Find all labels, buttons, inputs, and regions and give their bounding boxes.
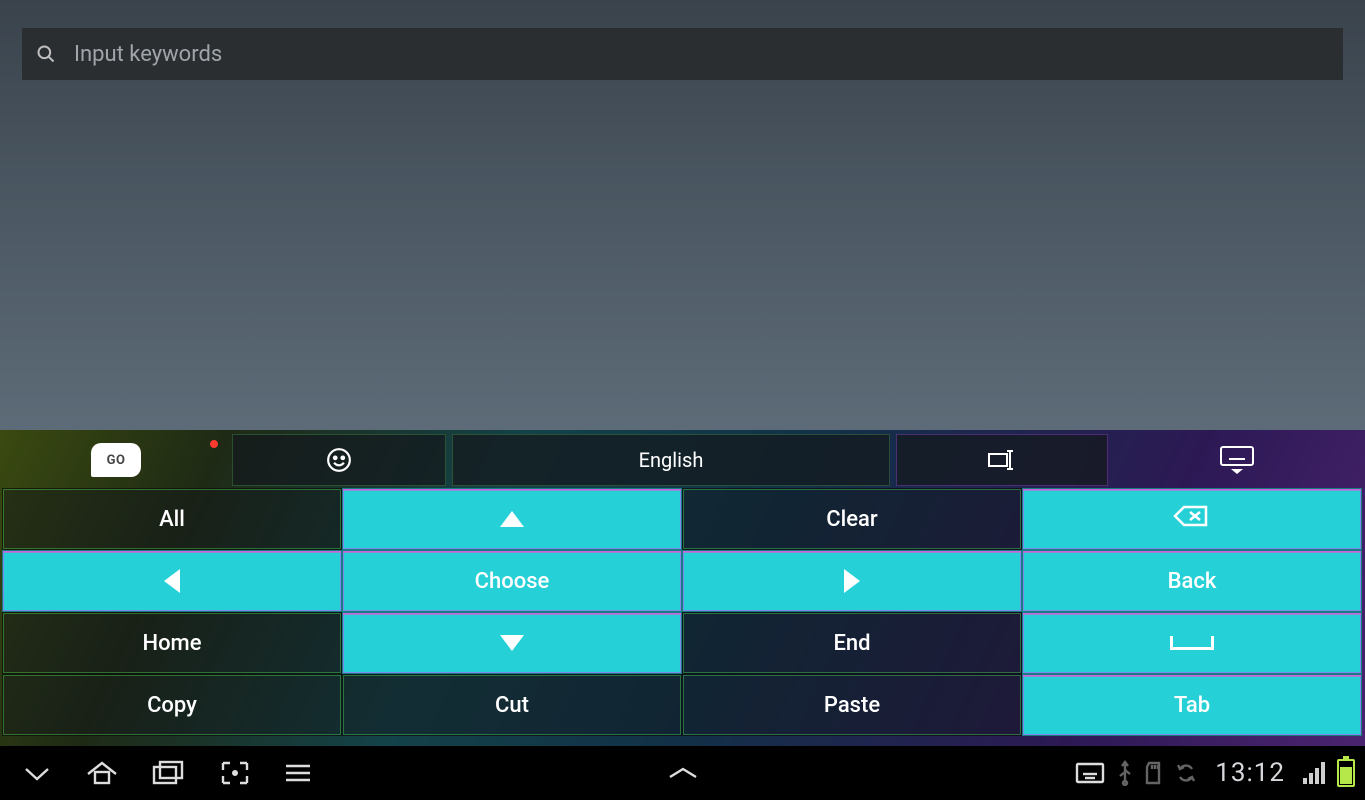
key-label: Back: [1168, 569, 1217, 594]
status-usb-icon: [1117, 760, 1133, 786]
key-label: Tab: [1174, 693, 1210, 718]
key-arrow-right[interactable]: [682, 550, 1022, 612]
go-bubble-label: GO: [91, 443, 141, 477]
status-battery-icon: [1337, 759, 1355, 787]
status-sd-icon: [1145, 761, 1163, 785]
status-signal-icon: [1303, 762, 1325, 784]
nav-screenshot-icon[interactable]: [220, 760, 250, 786]
key-choose[interactable]: Choose: [342, 550, 682, 612]
key-end[interactable]: End: [682, 612, 1022, 674]
key-backspace[interactable]: [1022, 488, 1362, 550]
key-tab[interactable]: Tab: [1022, 674, 1362, 736]
nav-expand-up-icon[interactable]: [666, 765, 700, 781]
key-arrow-up[interactable]: [342, 488, 682, 550]
language-button[interactable]: English: [452, 434, 890, 486]
key-label: Choose: [475, 569, 550, 594]
text-select-tool-button[interactable]: [896, 434, 1108, 486]
emoji-icon: [326, 447, 352, 473]
hide-keyboard-button[interactable]: [1114, 434, 1359, 486]
key-copy[interactable]: Copy: [2, 674, 342, 736]
key-label: End: [833, 631, 870, 656]
space-icon: [1170, 636, 1214, 650]
key-space[interactable]: [1022, 612, 1362, 674]
nav-home-icon[interactable]: [86, 760, 118, 786]
key-label: Clear: [826, 507, 877, 532]
key-arrow-down[interactable]: [342, 612, 682, 674]
backspace-icon: [1172, 504, 1212, 534]
keyboard-switch-go[interactable]: GO: [6, 434, 226, 486]
status-clock: 13:12: [1215, 758, 1285, 788]
search-icon: [36, 44, 56, 64]
search-input[interactable]: [74, 42, 1329, 67]
nav-collapse-icon[interactable]: [22, 763, 52, 783]
key-label: Home: [142, 631, 201, 656]
keyboard-panel: GO English All: [0, 430, 1365, 746]
arrow-up-icon: [500, 511, 524, 527]
nav-menu-icon[interactable]: [284, 762, 312, 784]
key-all[interactable]: All: [2, 488, 342, 550]
key-label: Copy: [147, 693, 197, 718]
status-ime-icon[interactable]: [1075, 761, 1105, 785]
text-cursor-icon: [986, 448, 1018, 472]
system-navigation-bar: 13:12: [0, 746, 1365, 800]
status-sync-icon: [1175, 761, 1197, 785]
search-bar[interactable]: [22, 28, 1343, 80]
hide-keyboard-icon: [1219, 445, 1255, 475]
nav-recent-icon[interactable]: [152, 760, 186, 786]
arrow-down-icon: [500, 635, 524, 651]
key-label: Paste: [824, 693, 880, 718]
key-label: All: [159, 507, 185, 532]
key-clear[interactable]: Clear: [682, 488, 1022, 550]
language-label: English: [639, 448, 704, 472]
emoji-button[interactable]: [232, 434, 446, 486]
key-back[interactable]: Back: [1022, 550, 1362, 612]
key-paste[interactable]: Paste: [682, 674, 1022, 736]
key-label: Cut: [495, 693, 529, 718]
key-arrow-left[interactable]: [2, 550, 342, 612]
notification-dot-icon: [210, 440, 218, 448]
arrow-right-icon: [844, 569, 860, 593]
arrow-left-icon: [164, 569, 180, 593]
key-home[interactable]: Home: [2, 612, 342, 674]
key-cut[interactable]: Cut: [342, 674, 682, 736]
